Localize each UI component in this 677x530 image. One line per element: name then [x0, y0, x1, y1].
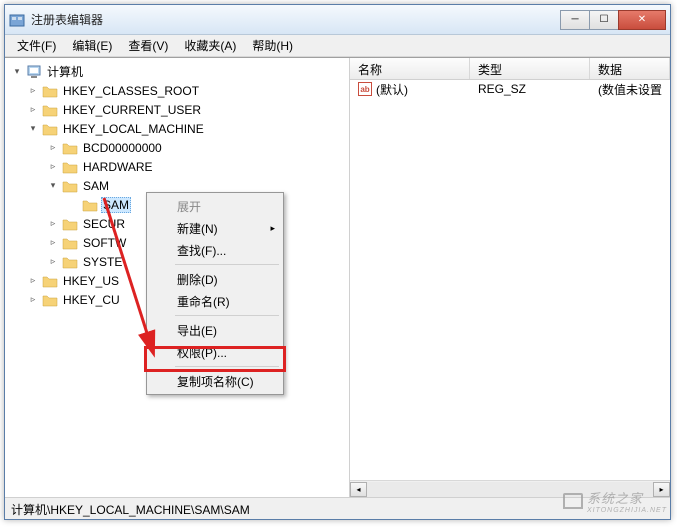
value-data: (数值未设置: [590, 80, 670, 99]
ctx-delete[interactable]: 删除(D): [149, 268, 281, 290]
watermark: 系统之家 XITONGZHIJIA.NET: [563, 488, 667, 514]
tree-bcd[interactable]: BCD00000000: [81, 140, 164, 156]
tree-hkcu[interactable]: HKEY_CURRENT_USER: [61, 102, 203, 118]
menu-file[interactable]: 文件(F): [9, 35, 64, 56]
tree-hklm[interactable]: HKEY_LOCAL_MACHINE: [61, 121, 206, 137]
ctx-permissions[interactable]: 权限(P)...: [149, 341, 281, 363]
folder-icon: [42, 274, 58, 288]
expander-icon[interactable]: ▹: [47, 237, 59, 249]
tree-sam[interactable]: SAM: [81, 178, 111, 194]
folder-icon: [42, 293, 58, 307]
content-area: ▾ 计算机 ▹ HKEY_CLASSES_ROOT ▹ HKEY_CURRENT…: [5, 57, 670, 497]
expander-icon[interactable]: ▹: [47, 218, 59, 230]
watermark-icon: [563, 493, 583, 509]
menu-separator: [175, 264, 279, 265]
submenu-arrow-icon: ▸: [270, 223, 275, 234]
menu-edit[interactable]: 编辑(E): [64, 35, 120, 56]
tree-hkcc[interactable]: HKEY_CU: [61, 292, 122, 308]
list-body[interactable]: ab (默认) REG_SZ (数值未设置: [350, 80, 670, 480]
expander-icon[interactable]: ▹: [27, 275, 39, 287]
ctx-rename[interactable]: 重命名(R): [149, 290, 281, 312]
expander-icon[interactable]: [67, 199, 79, 211]
value-type: REG_SZ: [470, 81, 590, 97]
computer-icon: [26, 64, 42, 80]
menu-help[interactable]: 帮助(H): [244, 35, 301, 56]
col-type[interactable]: 类型: [470, 58, 590, 79]
expander-icon[interactable]: ▾: [11, 66, 23, 78]
expander-icon[interactable]: ▹: [47, 256, 59, 268]
ctx-export[interactable]: 导出(E): [149, 319, 281, 341]
titlebar: 注册表编辑器 ─ ☐ ✕: [5, 5, 670, 35]
ctx-new[interactable]: 新建(N)▸: [149, 217, 281, 239]
col-name[interactable]: 名称: [350, 58, 470, 79]
menu-separator: [175, 315, 279, 316]
folder-icon: [62, 236, 78, 250]
status-path: 计算机\HKEY_LOCAL_MACHINE\SAM\SAM: [11, 503, 250, 517]
menu-separator: [175, 366, 279, 367]
app-icon: [9, 12, 25, 28]
folder-icon: [62, 255, 78, 269]
expander-icon[interactable]: ▾: [47, 180, 59, 192]
expander-icon[interactable]: ▾: [27, 123, 39, 135]
expander-icon[interactable]: ▹: [27, 85, 39, 97]
expander-icon[interactable]: ▹: [27, 104, 39, 116]
folder-icon: [42, 122, 58, 136]
window-title: 注册表编辑器: [31, 11, 560, 28]
tree-security[interactable]: SECUR: [81, 216, 127, 232]
folder-icon: [42, 103, 58, 117]
tree-root[interactable]: 计算机: [45, 62, 85, 81]
maximize-button[interactable]: ☐: [589, 10, 619, 30]
col-data[interactable]: 数据: [590, 58, 670, 79]
string-value-icon: ab: [358, 82, 372, 96]
scroll-left-arrow[interactable]: ◂: [350, 482, 367, 497]
list-row[interactable]: ab (默认) REG_SZ (数值未设置: [350, 80, 670, 98]
folder-icon: [62, 141, 78, 155]
list-header: 名称 类型 数据: [350, 58, 670, 80]
folder-icon: [82, 198, 98, 212]
folder-icon: [42, 84, 58, 98]
menu-favorites[interactable]: 收藏夹(A): [176, 35, 244, 56]
watermark-text: 系统之家: [587, 488, 667, 507]
close-button[interactable]: ✕: [618, 10, 666, 30]
ctx-copy-key-name[interactable]: 复制项名称(C): [149, 370, 281, 392]
list-pane: 名称 类型 数据 ab (默认) REG_SZ (数值未设置 ◂ ▸: [350, 58, 670, 497]
expander-icon[interactable]: ▹: [47, 161, 59, 173]
tree-hku[interactable]: HKEY_US: [61, 273, 121, 289]
folder-icon: [62, 217, 78, 231]
ctx-expand: 展开: [149, 195, 281, 217]
tree-sam-sub[interactable]: SAM: [101, 197, 131, 213]
ctx-find[interactable]: 查找(F)...: [149, 239, 281, 261]
value-name: (默认): [376, 81, 408, 98]
expander-icon[interactable]: ▹: [27, 294, 39, 306]
context-menu: 展开 新建(N)▸ 查找(F)... 删除(D) 重命名(R) 导出(E) 权限…: [146, 192, 284, 395]
tree-hkcr[interactable]: HKEY_CLASSES_ROOT: [61, 83, 201, 99]
tree-hardware[interactable]: HARDWARE: [81, 159, 155, 175]
folder-icon: [62, 160, 78, 174]
expander-icon[interactable]: ▹: [47, 142, 59, 154]
tree-software[interactable]: SOFTW: [81, 235, 128, 251]
tree-system[interactable]: SYSTE: [81, 254, 124, 270]
folder-icon: [62, 179, 78, 193]
minimize-button[interactable]: ─: [560, 10, 590, 30]
menubar: 文件(F) 编辑(E) 查看(V) 收藏夹(A) 帮助(H): [5, 35, 670, 57]
menu-view[interactable]: 查看(V): [120, 35, 176, 56]
registry-editor-window: 注册表编辑器 ─ ☐ ✕ 文件(F) 编辑(E) 查看(V) 收藏夹(A) 帮助…: [4, 4, 671, 520]
watermark-sub: XITONGZHIJIA.NET: [587, 507, 667, 514]
